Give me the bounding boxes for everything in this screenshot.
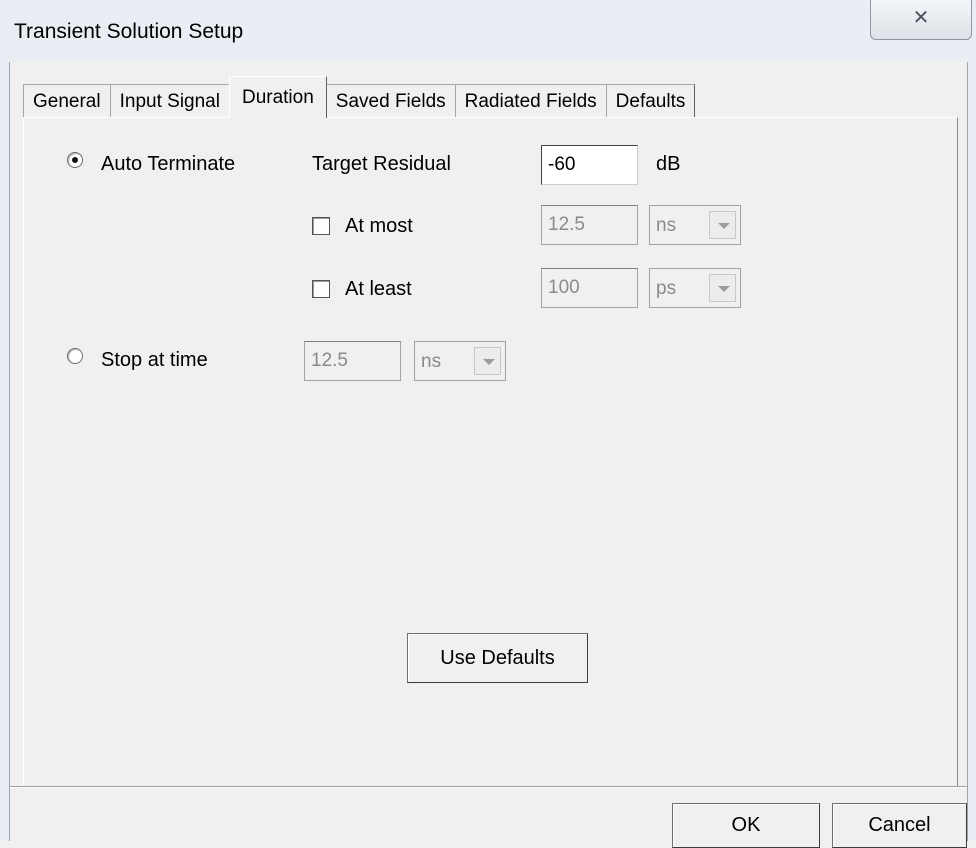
tab-duration[interactable]: Duration: [228, 76, 327, 118]
ok-button[interactable]: OK: [672, 803, 820, 848]
chevron-down-icon[interactable]: [474, 347, 501, 375]
tab-strip: General Input Signal Duration Saved Fiel…: [23, 76, 696, 118]
stop-at-time-radio[interactable]: [67, 348, 83, 364]
tab-saved-fields[interactable]: Saved Fields: [325, 84, 456, 118]
at-most-unit-select[interactable]: ns: [649, 205, 741, 245]
target-residual-label: Target Residual: [312, 153, 451, 175]
chevron-down-icon[interactable]: [709, 211, 736, 239]
footer-separator: [10, 786, 967, 788]
at-least-unit-select[interactable]: ps: [649, 268, 741, 308]
at-least-unit-value: ps: [656, 278, 677, 299]
at-most-label: At most: [345, 215, 413, 237]
stop-at-time-label: Stop at time: [101, 349, 208, 371]
window-frame-right: [967, 62, 976, 841]
target-residual-unit: dB: [656, 153, 681, 175]
stop-at-time-input[interactable]: 12.5: [304, 341, 401, 381]
close-icon: ✕: [912, 7, 930, 29]
at-least-label: At least: [345, 278, 412, 300]
tab-panel-duration: [23, 117, 958, 787]
window-title: Transient Solution Setup: [14, 20, 244, 43]
stop-at-time-unit-select[interactable]: ns: [414, 341, 506, 381]
tab-general[interactable]: General: [23, 84, 111, 118]
tab-defaults[interactable]: Defaults: [605, 84, 696, 118]
stop-at-time-unit-value: ns: [421, 351, 442, 372]
at-most-unit-value: ns: [656, 215, 677, 236]
target-residual-input[interactable]: -60: [541, 145, 638, 185]
cancel-button[interactable]: Cancel: [832, 803, 967, 848]
tab-input-signal[interactable]: Input Signal: [109, 84, 230, 118]
close-button[interactable]: ✕: [870, 0, 972, 40]
chevron-down-icon[interactable]: [709, 274, 736, 302]
at-most-input[interactable]: 12.5: [541, 205, 638, 245]
window-frame-left: [0, 62, 10, 841]
at-least-checkbox[interactable]: [312, 280, 330, 298]
auto-terminate-label: Auto Terminate: [101, 153, 236, 175]
at-least-input[interactable]: 100: [541, 268, 638, 308]
radio-selected-dot: [72, 157, 78, 163]
tab-radiated-fields[interactable]: Radiated Fields: [454, 84, 607, 118]
at-most-checkbox[interactable]: [312, 217, 330, 235]
auto-terminate-radio[interactable]: [67, 152, 83, 168]
use-defaults-button[interactable]: Use Defaults: [407, 633, 588, 683]
